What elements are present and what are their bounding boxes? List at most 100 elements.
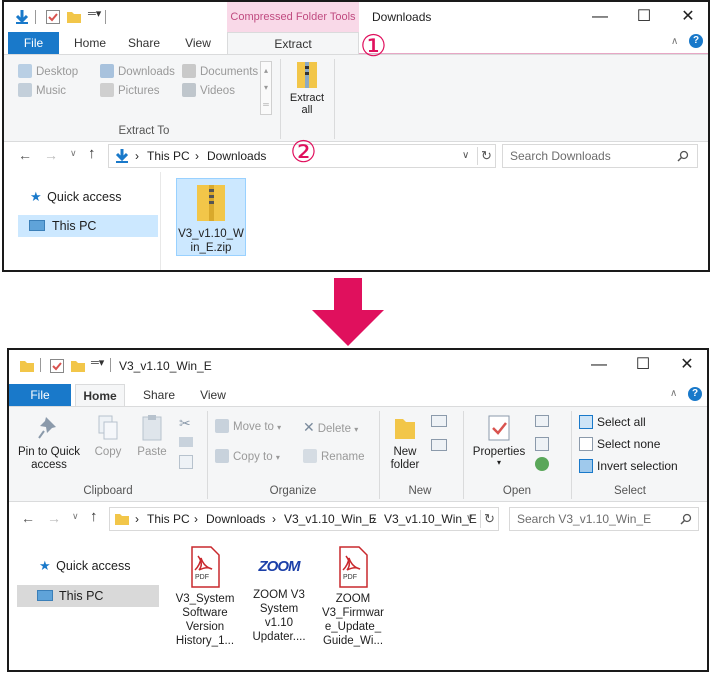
new-folder-icon[interactable] bbox=[70, 358, 86, 374]
file-name-line: Updater.... bbox=[252, 631, 306, 643]
search-box[interactable]: Search Downloads bbox=[502, 144, 698, 168]
title-bar: ═▾ Compressed Folder Tools Downloads — ☐… bbox=[4, 2, 708, 32]
tab-view[interactable]: View bbox=[176, 32, 220, 54]
breadcrumb-folder[interactable]: V3_v1.10_Win_E bbox=[284, 512, 377, 526]
new-folder-icon[interactable] bbox=[66, 9, 82, 25]
pdf-tag: PDF bbox=[343, 574, 357, 581]
collapse-ribbon-icon[interactable]: ∧ bbox=[671, 36, 678, 47]
tab-home[interactable]: Home bbox=[66, 32, 114, 54]
close-button[interactable]: ✕ bbox=[665, 350, 707, 380]
copy-path-icon[interactable] bbox=[179, 437, 193, 447]
open-icon[interactable] bbox=[535, 415, 549, 427]
pin-to-quick-access-button[interactable]: Pin to Quick access bbox=[15, 413, 83, 472]
help-icon[interactable]: ? bbox=[688, 387, 702, 401]
tab-home[interactable]: Home bbox=[75, 384, 125, 406]
up-arrow-icon[interactable]: ↑ bbox=[90, 508, 98, 525]
rename-button[interactable]: Rename bbox=[303, 449, 364, 463]
cut-icon[interactable]: ✂ bbox=[179, 415, 191, 432]
delete-button[interactable]: ✕ Delete ▾ bbox=[303, 419, 358, 436]
collapse-ribbon-icon[interactable]: ∧ bbox=[670, 388, 677, 399]
new-folder-button[interactable]: New folder bbox=[385, 413, 425, 472]
ribbon-home: Pin to Quick access Copy Paste ✂ Clipboa… bbox=[9, 406, 707, 502]
easy-access-icon[interactable] bbox=[431, 439, 447, 451]
forward-arrow-icon[interactable]: → bbox=[44, 147, 58, 163]
file-tile[interactable]: PDF ZOOM V3_Firmwar e_Update_ Guide_Wi..… bbox=[315, 546, 391, 648]
minimize-button[interactable]: — bbox=[577, 350, 621, 380]
nav-this-pc[interactable]: This PC bbox=[17, 585, 159, 607]
forward-arrow-icon[interactable]: → bbox=[47, 510, 61, 526]
extract-to-documents[interactable]: Documents bbox=[182, 64, 258, 78]
tab-file[interactable]: File bbox=[8, 32, 59, 54]
tab-view[interactable]: View bbox=[193, 384, 233, 406]
back-arrow-icon[interactable]: ← bbox=[18, 147, 32, 163]
address-dropdown-icon[interactable]: ∨ bbox=[466, 513, 473, 524]
properties-button[interactable]: Properties ▾ bbox=[469, 413, 529, 467]
new-item-icon[interactable] bbox=[431, 415, 447, 427]
group-separator bbox=[334, 59, 335, 139]
breadcrumb-subfolder[interactable]: V3_v1.10_Win_E bbox=[384, 512, 477, 526]
breadcrumb-downloads[interactable]: Downloads bbox=[207, 149, 266, 163]
delete-x-icon: ✕ bbox=[303, 419, 315, 435]
invert-selection-button[interactable]: Invert selection bbox=[579, 459, 678, 473]
select-all-button[interactable]: Select all bbox=[579, 415, 646, 429]
tab-extract[interactable]: Extract bbox=[227, 32, 359, 54]
maximize-button[interactable]: ☐ bbox=[622, 2, 666, 32]
refresh-icon[interactable]: ↻ bbox=[484, 511, 495, 527]
extract-to-music[interactable]: Music bbox=[18, 83, 66, 97]
refresh-icon[interactable]: ↻ bbox=[481, 148, 492, 164]
nav-quick-access[interactable]: ★ Quick access bbox=[27, 555, 159, 577]
recent-locations-icon[interactable]: ∨ bbox=[70, 148, 77, 159]
close-button[interactable]: ✕ bbox=[666, 2, 708, 32]
paste-shortcut-icon[interactable] bbox=[179, 455, 193, 469]
move-to-button[interactable]: Move to ▾ bbox=[215, 419, 281, 433]
qat-customize-icon[interactable]: ═▾ bbox=[91, 356, 104, 369]
extract-to-documents-label: Documents bbox=[200, 66, 259, 78]
extract-all-button[interactable]: Extract all bbox=[286, 59, 328, 121]
paste-button[interactable]: Paste bbox=[133, 413, 171, 458]
maximize-button[interactable]: ☐ bbox=[621, 350, 665, 380]
context-group-label: Compressed Folder Tools bbox=[230, 11, 356, 23]
search-icon bbox=[680, 513, 692, 525]
qat-customize-icon[interactable]: ═▾ bbox=[88, 7, 101, 20]
copy-to-label: Copy to bbox=[233, 451, 273, 463]
music-icon bbox=[18, 83, 32, 97]
zoom-logo-icon: ZOOM bbox=[258, 558, 301, 575]
edit-icon[interactable] bbox=[535, 437, 549, 451]
file-tile[interactable]: PDF V3_System Software Version History_1… bbox=[167, 546, 243, 648]
extract-to-desktop[interactable]: Desktop bbox=[18, 64, 78, 78]
extract-to-scroll[interactable]: ▴ ▾ ═ bbox=[260, 61, 272, 115]
address-bar[interactable]: › This PC › Downloads › V3_v1.10_Win_E ›… bbox=[109, 507, 499, 531]
copy-to-button[interactable]: Copy to ▾ bbox=[215, 449, 280, 463]
extract-to-downloads[interactable]: Downloads bbox=[100, 64, 175, 78]
extract-to-pictures[interactable]: Pictures bbox=[100, 83, 160, 97]
tab-share[interactable]: Share bbox=[120, 32, 168, 54]
breadcrumb-this-pc[interactable]: This PC bbox=[147, 149, 190, 163]
file-zip-tile[interactable]: V3_v1.10_W in_E.zip bbox=[176, 178, 246, 256]
search-box[interactable]: Search V3_v1.10_Win_E bbox=[509, 507, 699, 531]
download-arrow-icon[interactable] bbox=[14, 9, 30, 25]
tab-share[interactable]: Share bbox=[135, 384, 183, 406]
address-dropdown-icon[interactable]: ∨ bbox=[462, 150, 469, 161]
new-group-label: New bbox=[408, 485, 432, 497]
back-arrow-icon[interactable]: ← bbox=[21, 510, 35, 526]
copy-button[interactable]: Copy bbox=[91, 413, 125, 458]
extract-to-group-label: Extract To bbox=[118, 125, 170, 137]
nav-this-pc[interactable]: This PC bbox=[18, 215, 158, 237]
tab-file[interactable]: File bbox=[9, 384, 71, 406]
select-none-button[interactable]: Select none bbox=[579, 437, 660, 451]
breadcrumb-this-pc[interactable]: This PC bbox=[147, 512, 190, 526]
up-arrow-icon[interactable]: ↑ bbox=[88, 145, 96, 162]
extract-to-videos[interactable]: Videos bbox=[182, 83, 235, 97]
history-icon[interactable] bbox=[535, 457, 549, 471]
extract-all-label-2: all bbox=[301, 104, 313, 116]
copy-label: Copy bbox=[94, 446, 122, 458]
properties-check-icon[interactable] bbox=[49, 358, 65, 374]
file-tile[interactable]: ZOOM ZOOM V3 System v1.10 Updater.... bbox=[241, 546, 317, 644]
help-icon[interactable]: ? bbox=[689, 34, 703, 48]
properties-check-icon[interactable] bbox=[45, 9, 61, 25]
nav-quick-access-label: Quick access bbox=[56, 559, 131, 573]
breadcrumb-downloads[interactable]: Downloads bbox=[206, 512, 265, 526]
minimize-button[interactable]: — bbox=[578, 2, 622, 32]
recent-locations-icon[interactable]: ∨ bbox=[72, 511, 79, 522]
nav-quick-access[interactable]: ★ Quick access bbox=[18, 186, 158, 208]
